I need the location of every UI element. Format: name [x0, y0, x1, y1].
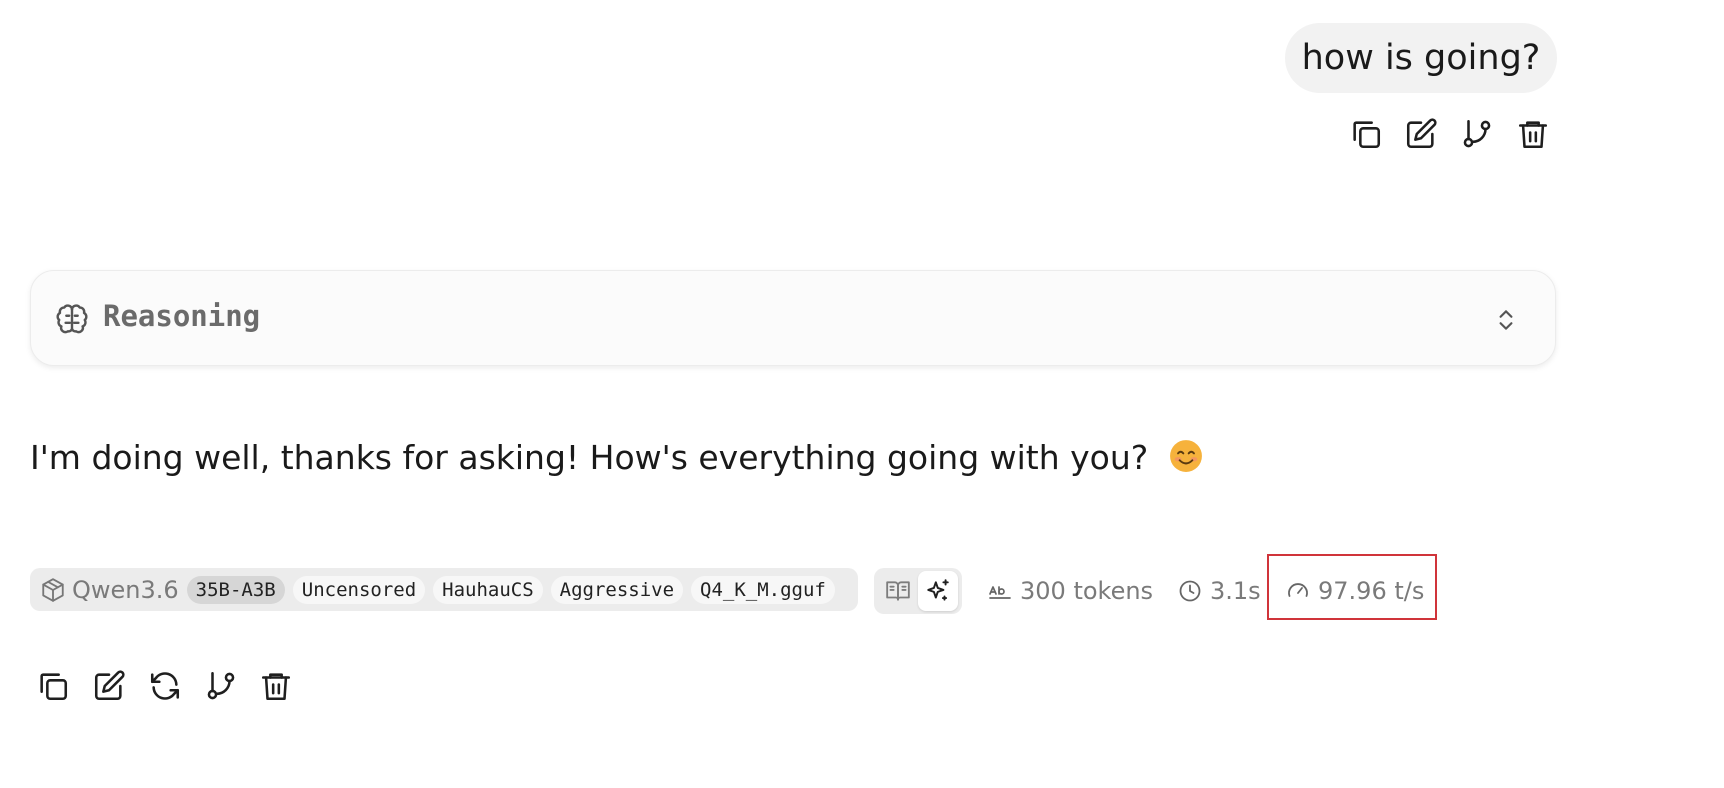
token-count: 300 tokens — [988, 574, 1153, 608]
token-count-text: 300 tokens — [1020, 577, 1154, 605]
trash-icon[interactable] — [256, 666, 296, 706]
model-tag: Aggressive — [550, 575, 684, 604]
reasoning-label: Reasoning — [103, 299, 261, 333]
highlight-box — [1267, 554, 1437, 620]
text-tokens-icon — [989, 586, 1011, 599]
package-icon — [42, 577, 64, 602]
model-tag: 35B-A3B — [186, 575, 285, 604]
chevrons-up-down-icon[interactable] — [1493, 305, 1519, 335]
trash-icon[interactable] — [1513, 114, 1553, 154]
edit-icon[interactable] — [1401, 114, 1441, 154]
model-tag: HauhauCS — [433, 575, 543, 604]
clock-icon — [1179, 580, 1201, 602]
copy-icon[interactable] — [33, 666, 73, 706]
book-icon[interactable] — [878, 571, 918, 611]
copy-icon[interactable] — [1346, 114, 1386, 154]
mode-toggle — [874, 568, 962, 614]
assistant-message: I'm doing well, thanks for asking! How's… — [30, 438, 1203, 477]
sparkles-icon[interactable] — [918, 571, 958, 611]
branch-icon[interactable] — [1457, 114, 1497, 154]
edit-icon[interactable] — [89, 666, 129, 706]
user-message-text: how is going? — [1301, 38, 1541, 78]
model-info-pill: Qwen3.6 35B-A3B Uncensored HauhauCS Aggr… — [30, 568, 858, 611]
reasoning-panel[interactable]: Reasoning — [30, 270, 1556, 366]
user-message-bubble: how is going? — [1285, 23, 1557, 93]
model-name: Qwen3.6 — [72, 575, 179, 604]
brain-icon — [56, 304, 88, 334]
model-tag: Q4_K_M.gguf — [691, 575, 835, 604]
smiling-face-emoji — [1169, 440, 1202, 472]
generation-time-text: 3.1s — [1210, 577, 1261, 605]
regenerate-icon[interactable] — [145, 666, 185, 706]
assistant-message-text: I'm doing well, thanks for asking! How's… — [30, 438, 1149, 477]
model-tag: Uncensored — [292, 575, 426, 604]
branch-icon[interactable] — [201, 666, 241, 706]
generation-time: 3.1s — [1178, 574, 1261, 608]
